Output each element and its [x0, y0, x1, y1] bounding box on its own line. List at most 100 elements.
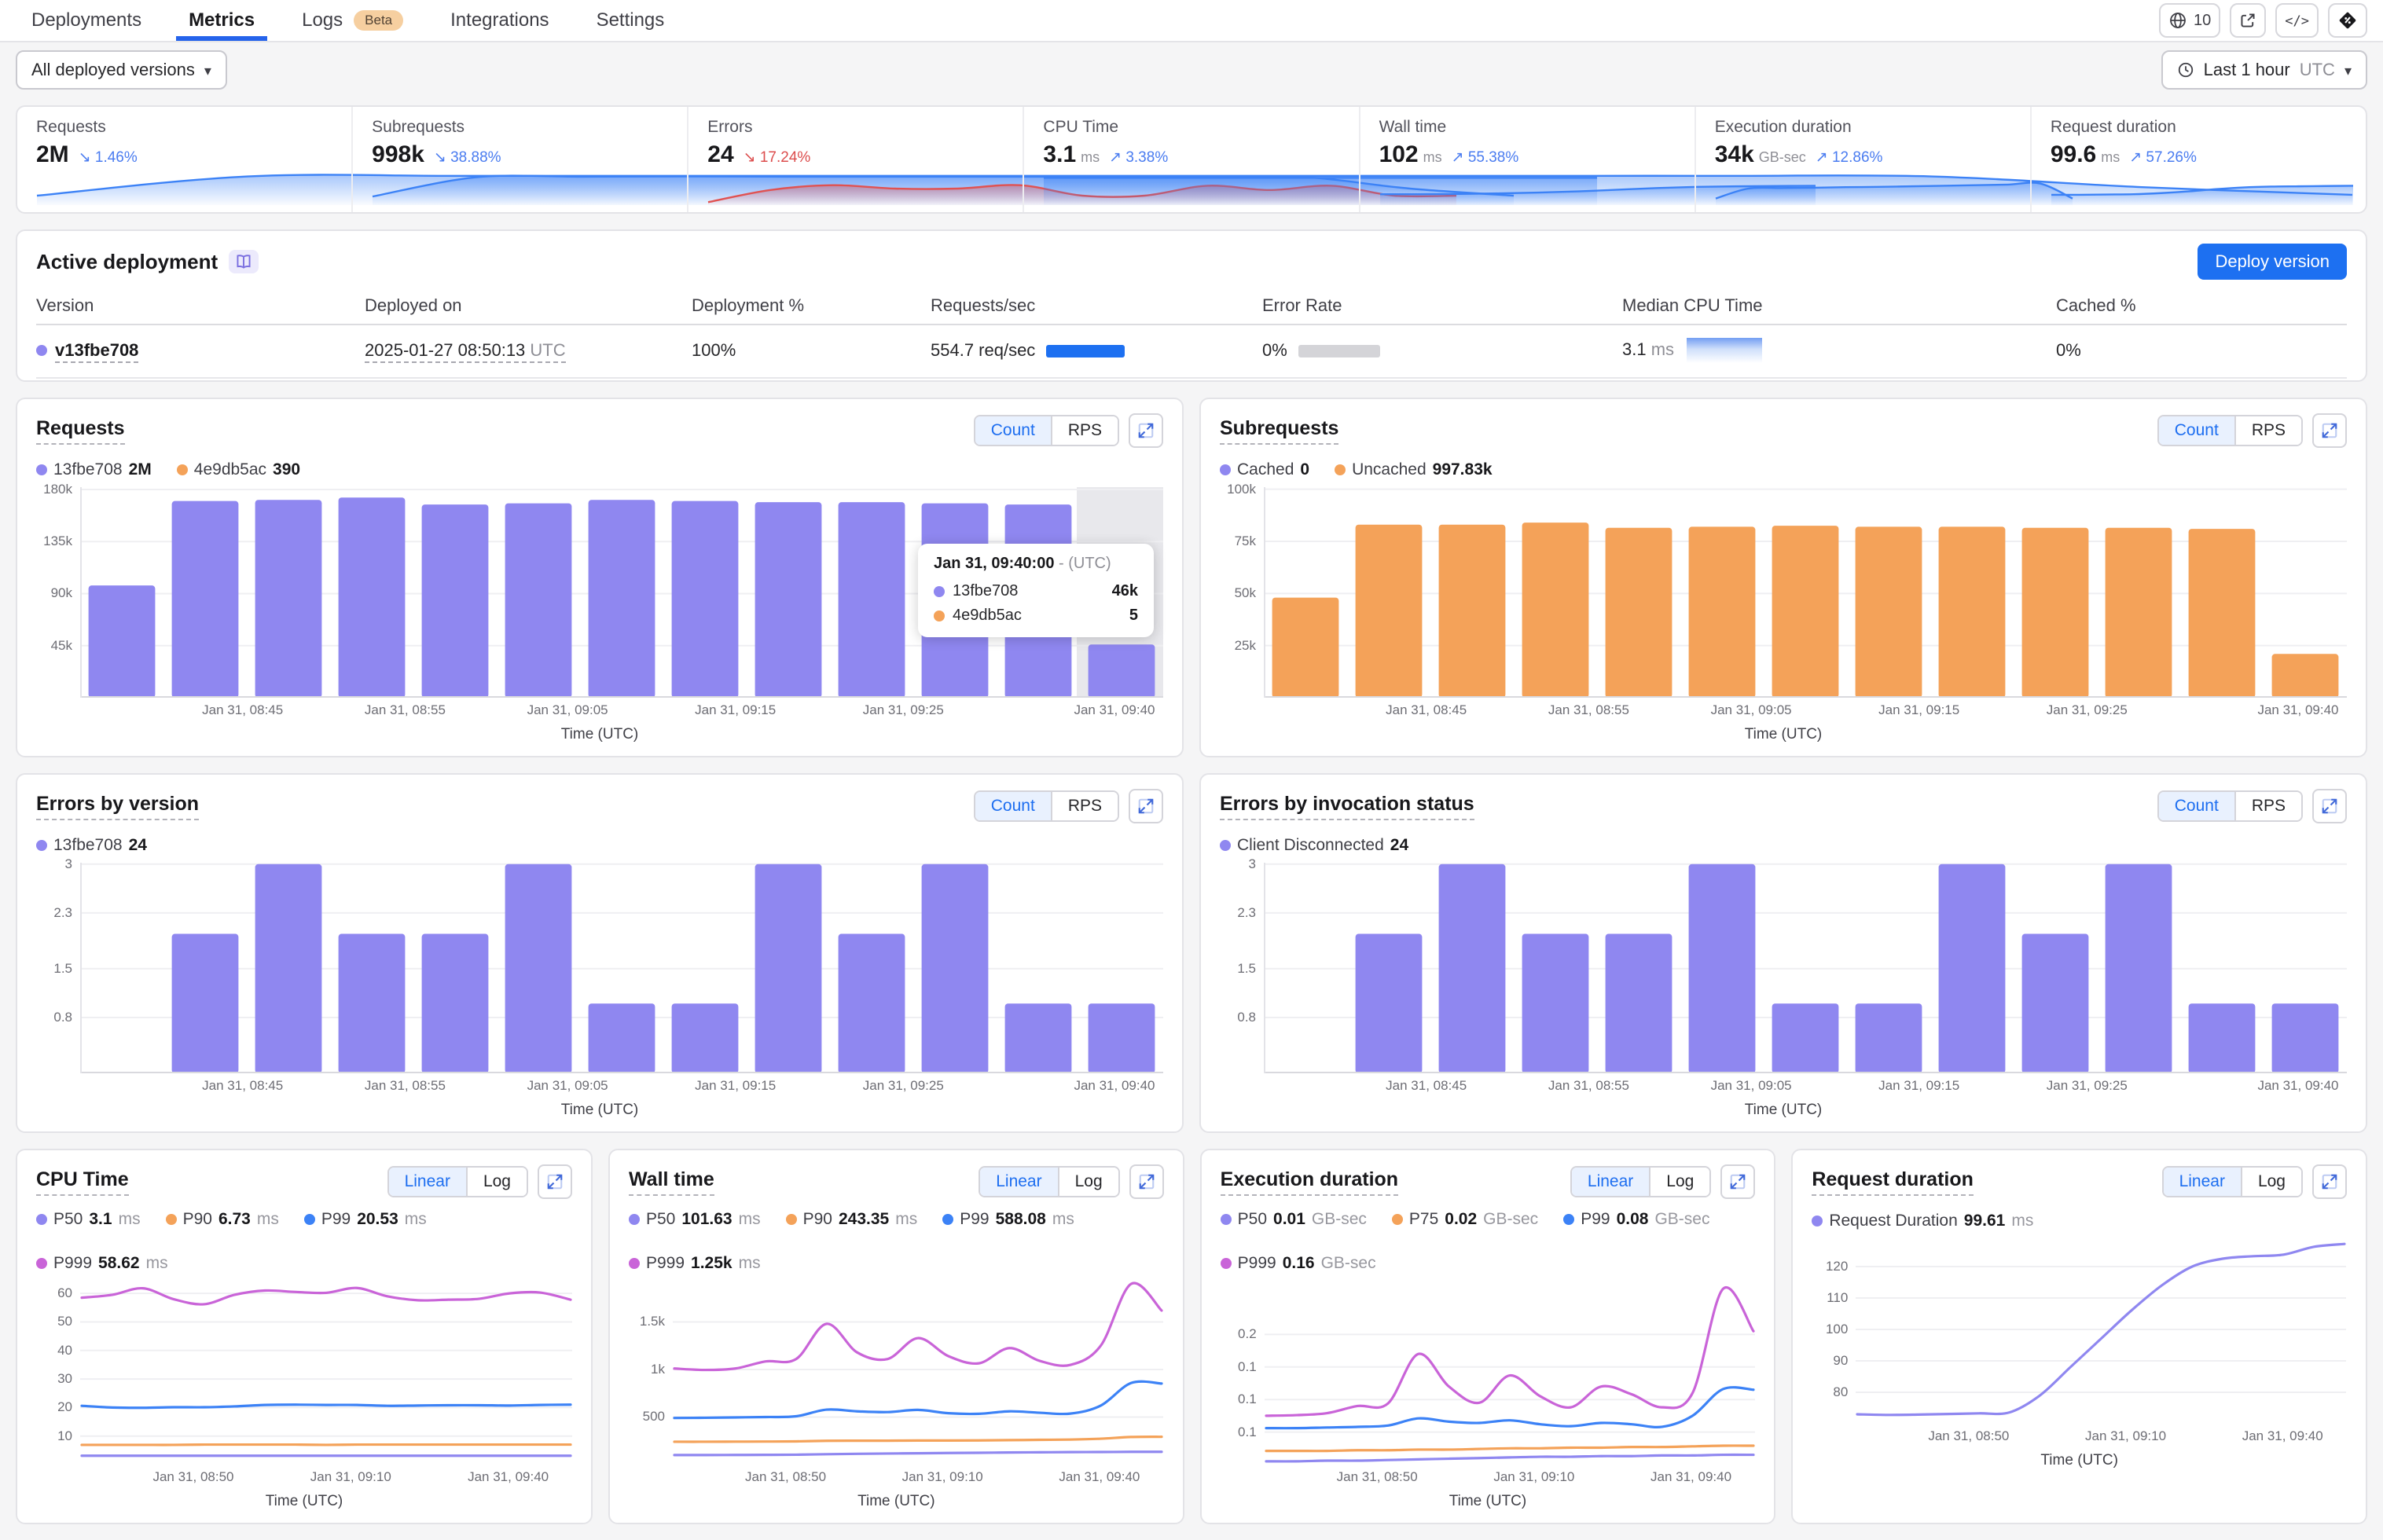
expand-chart-button[interactable] — [538, 1164, 572, 1199]
subrequests-plot[interactable] — [1264, 487, 2347, 698]
stat-trend: ↗ 57.26% — [2129, 149, 2197, 166]
expand-chart-button[interactable] — [2312, 413, 2347, 448]
x-axis-labels: Jan 31, 08:50 Jan 31, 09:10 Jan 31, 09:40 — [1856, 1424, 2347, 1444]
legend-item[interactable]: Uncached 997.83k — [1335, 460, 1493, 479]
x-tick-label: Jan 31, 09:05 — [1710, 1078, 1792, 1093]
legend-value: 99.61 — [1963, 1212, 2006, 1230]
deploy-version-button[interactable]: Deploy version — [2198, 244, 2347, 280]
instances-button[interactable]: 10 — [2159, 3, 2221, 38]
stat-wall-time[interactable]: Wall time 102 ms ↗ 55.38% — [1358, 107, 1816, 212]
chart-controls: Linear Log — [387, 1164, 572, 1199]
deployed-on-value[interactable]: 2025-01-27 08:50:13 UTC — [365, 340, 566, 363]
y-tick-label: 1.5k — [639, 1314, 665, 1329]
errors-by-version-plot[interactable] — [80, 863, 1163, 1073]
chart-card-errors-by-status: Errors by invocation status Count RPS Clien… — [1199, 773, 2367, 1133]
tooltip-series-name: 4e9db5ac — [953, 607, 1022, 624]
chart-header: Subrequests Count RPS — [1220, 412, 2347, 449]
expand-chart-button[interactable] — [1720, 1164, 1756, 1199]
execution-duration-plot[interactable] — [1264, 1279, 1756, 1465]
legend-unit: ms — [738, 1210, 761, 1228]
expand-chart-button[interactable] — [1129, 1164, 1164, 1199]
wall-time-plot[interactable] — [673, 1279, 1164, 1465]
legend-item[interactable]: Client Disconnected 24 — [1220, 836, 1408, 855]
toggle-rps[interactable]: RPS — [1050, 416, 1118, 445]
deployed-on-date: 2025-01-27 08:50:13 — [365, 340, 526, 360]
stat-sparkline — [36, 171, 2353, 206]
plot-row: 1.5k 1k 500 — [629, 1279, 1164, 1465]
docs-pill[interactable] — [229, 250, 259, 273]
legend-item[interactable]: P50 0.01 GB-sec — [1220, 1210, 1367, 1229]
plot-row: 60 50 40 30 20 10 — [36, 1279, 572, 1465]
time-range-dropdown[interactable]: Last 1 hour UTC — [2161, 50, 2367, 90]
tab-settings[interactable]: Settings — [593, 0, 668, 41]
expand-chart-button[interactable] — [2312, 1164, 2347, 1199]
x-tick-label: Jan 31, 09:10 — [901, 1469, 983, 1484]
legend-value: 0.08 — [1616, 1210, 1649, 1228]
tab-integrations[interactable]: Integrations — [447, 0, 552, 41]
toggle-count[interactable]: Count — [975, 416, 1051, 445]
tab-logs[interactable]: Logs Beta — [299, 0, 406, 41]
tooltip-timezone: - (UTC) — [1059, 555, 1111, 572]
legend-item[interactable]: Cached 0 — [1220, 460, 1309, 479]
toggle-linear[interactable]: Linear — [388, 1168, 466, 1196]
chart-legend: 13fbe708 24 — [36, 834, 1163, 856]
open-external-button[interactable] — [2230, 3, 2267, 38]
legend-item[interactable]: P99 0.08 GB-sec — [1563, 1210, 1709, 1229]
expand-chart-button[interactable] — [1129, 789, 1163, 823]
legend-item[interactable]: P999 58.62 ms — [36, 1254, 168, 1273]
versions-dropdown[interactable]: All deployed versions — [16, 50, 227, 90]
legend-item[interactable]: P50 101.63 ms — [629, 1210, 761, 1229]
legend-item[interactable]: P99 588.08 ms — [942, 1210, 1074, 1229]
legend-item[interactable]: P50 3.1 ms — [36, 1210, 141, 1229]
stat-request-duration[interactable]: Request duration 99.6 ms ↗ 57.26% — [2029, 107, 2366, 212]
chart-card-execution-duration: Execution duration Linear Log P50 0.01 GB-sec… — [1199, 1149, 1776, 1524]
version-link[interactable]: v13fbe708 — [55, 340, 139, 363]
toggle-log[interactable]: Log — [1649, 1168, 1710, 1196]
errors-by-status-plot[interactable] — [1264, 863, 2347, 1073]
legend-item[interactable]: 4e9db5ac 390 — [176, 460, 300, 479]
version-dot — [36, 345, 47, 356]
stat-execution-duration[interactable]: Execution duration 34k GB-sec ↗ 12.86% — [1694, 107, 2073, 212]
legend-item[interactable]: P99 20.53 ms — [303, 1210, 427, 1229]
code-editor-button[interactable] — [2275, 3, 2319, 38]
toggle-count[interactable]: Count — [2158, 416, 2234, 445]
expand-chart-button[interactable] — [2312, 789, 2347, 823]
toggle-linear[interactable]: Linear — [980, 1168, 1058, 1196]
requests-sec-cell: 554.7 req/sec — [931, 340, 1262, 361]
toggle-rps[interactable]: RPS — [2234, 792, 2301, 820]
requests-plot[interactable]: Jan 31, 09:40:00 - (UTC) 13fbe708 46k 4e9db… — [80, 487, 1163, 698]
legend-item[interactable]: P90 6.73 ms — [165, 1210, 279, 1229]
legend-item[interactable]: P999 0.16 GB-sec — [1220, 1254, 1376, 1273]
quick-edit-button[interactable] — [2328, 3, 2367, 38]
legend-item[interactable]: P90 243.35 ms — [785, 1210, 917, 1229]
stat-errors[interactable]: Errors 24 ↘ 17.24% — [687, 107, 1457, 212]
toggle-linear[interactable]: Linear — [1571, 1168, 1650, 1196]
legend-item[interactable]: P75 0.02 GB-sec — [1391, 1210, 1538, 1229]
legend-item[interactable]: Request Duration 99.61 ms — [1812, 1212, 2033, 1230]
request-duration-plot[interactable] — [1856, 1238, 2347, 1424]
legend-item[interactable]: P999 1.25k ms — [629, 1254, 761, 1273]
toggle-rps[interactable]: RPS — [2234, 416, 2301, 445]
toggle-count[interactable]: Count — [2158, 792, 2234, 820]
toggle-log[interactable]: Log — [1057, 1168, 1118, 1196]
toggle-count[interactable]: Count — [975, 792, 1051, 820]
tab-deployments[interactable]: Deployments — [28, 0, 145, 41]
legend-item[interactable]: 13fbe708 2M — [36, 460, 152, 479]
legend-dot — [1220, 840, 1231, 851]
stat-cpu-time[interactable]: CPU Time 3.1 ms ↗ 3.38% — [1023, 107, 1598, 212]
legend-name: Uncached — [1352, 460, 1426, 478]
stat-subrequests[interactable]: Subrequests 998k ↘ 38.88% — [351, 107, 1515, 212]
toggle-rps[interactable]: RPS — [1050, 792, 1118, 820]
expand-chart-button[interactable] — [1129, 413, 1163, 448]
toggle-log[interactable]: Log — [465, 1168, 527, 1196]
legend-item[interactable]: 13fbe708 24 — [36, 836, 147, 855]
x-axis-title: Time (UTC) — [1449, 1493, 1527, 1509]
legend-dot — [36, 464, 47, 475]
expand-icon — [547, 1174, 563, 1190]
toggle-log[interactable]: Log — [2240, 1168, 2301, 1196]
tab-metrics[interactable]: Metrics — [176, 0, 268, 41]
nav-actions: 10 — [2159, 0, 2367, 41]
toggle-linear[interactable]: Linear — [2163, 1168, 2241, 1196]
stat-requests[interactable]: Requests 2M ↘ 1.46% — [17, 107, 2353, 212]
cpu-time-plot[interactable] — [80, 1279, 572, 1465]
